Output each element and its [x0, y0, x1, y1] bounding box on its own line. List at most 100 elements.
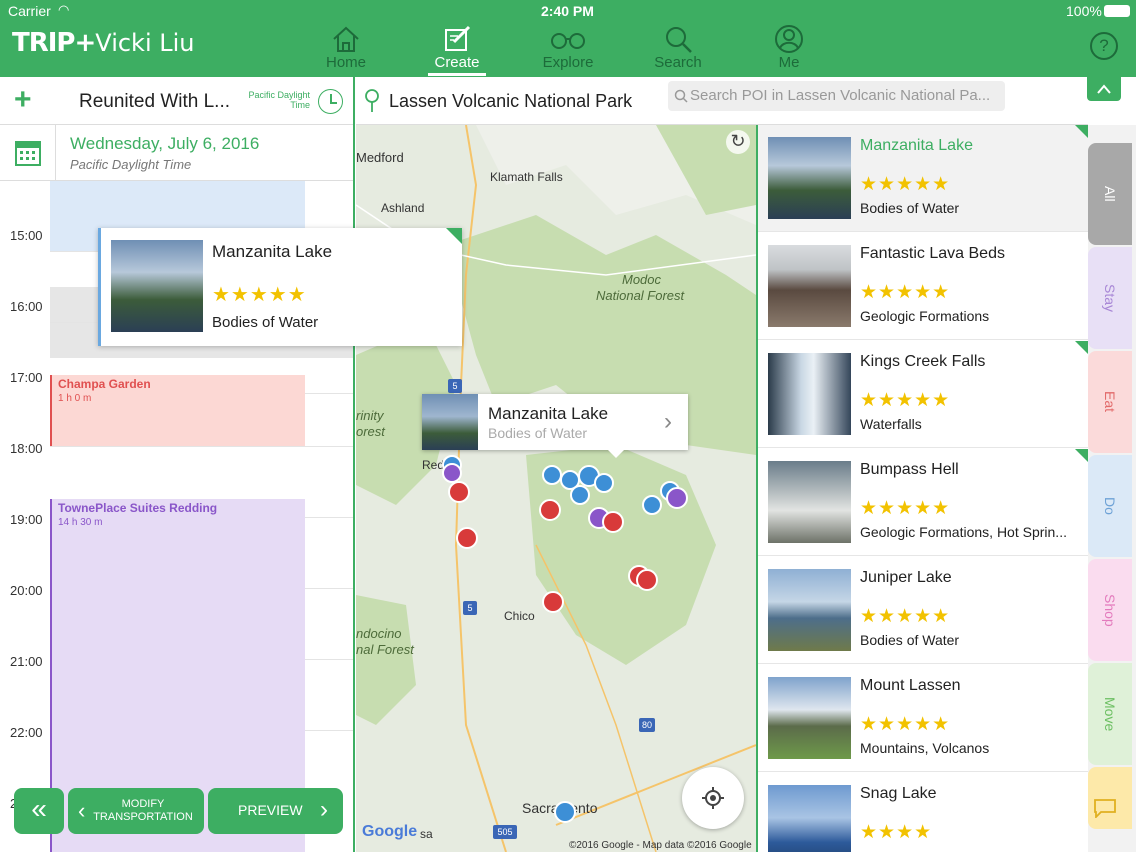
poi-item[interactable]: Bumpass Hell ★★★★★ Geologic Formations, …: [758, 449, 1089, 556]
tab-shop[interactable]: Shop: [1088, 559, 1132, 661]
poi-item[interactable]: Manzanita Lake ★★★★★ Bodies of Water: [758, 125, 1089, 232]
map-marker-do[interactable]: [570, 485, 590, 505]
tab-all[interactable]: All: [1088, 143, 1132, 245]
poi-item[interactable]: Juniper Lake ★★★★★ Bodies of Water: [758, 557, 1089, 664]
poi-thumbnail: [768, 245, 851, 327]
map-marker-eat[interactable]: [456, 527, 478, 549]
collapse-button[interactable]: [1087, 77, 1121, 101]
highway-shield: 5: [463, 601, 477, 615]
my-location-button[interactable]: [682, 767, 744, 829]
poi-rating: ★★★★★: [860, 282, 951, 303]
carrier-label: Carrier: [8, 3, 51, 19]
poi-name: Mount Lassen: [860, 677, 961, 694]
poi-thumbnail: [768, 137, 851, 219]
event-title: Champa Garden: [58, 377, 151, 391]
tab-do[interactable]: Do: [1088, 455, 1132, 557]
clock-icon[interactable]: [318, 89, 343, 114]
calendar-button[interactable]: [0, 125, 56, 181]
park-search-bar: Lassen Volcanic National Park Search POI…: [356, 77, 1121, 125]
map-callout[interactable]: Manzanita Lake Bodies of Water ›: [422, 394, 688, 458]
day-header: Wednesday, July 6, 2016 Pacific Daylight…: [0, 125, 353, 181]
chevron-right-icon: ›: [664, 408, 672, 435]
highway-shield: 80: [639, 718, 655, 732]
map-marker-stay[interactable]: [666, 487, 688, 509]
hour-line: [50, 446, 353, 447]
event-title: TownePlace Suites Redding: [58, 501, 218, 515]
poi-category: Bodies of Water: [860, 200, 960, 216]
poi-item[interactable]: Snag Lake ★★★★: [758, 773, 1089, 852]
add-icon[interactable]: +: [14, 83, 32, 117]
map-marker-do[interactable]: [642, 495, 662, 515]
app-logo[interactable]: TRIP+Vicki Liu: [12, 28, 195, 58]
preview-button[interactable]: PREVIEW ›: [208, 788, 343, 834]
search-icon: [674, 89, 688, 103]
tab-move[interactable]: Move: [1088, 663, 1132, 765]
nav-me[interactable]: Me: [734, 22, 844, 77]
nav-search[interactable]: Search: [623, 22, 733, 77]
corner-flag: [1075, 341, 1089, 355]
poi-name: Juniper Lake: [860, 569, 952, 586]
map-marker-do[interactable]: [542, 465, 562, 485]
map-label: Klamath Falls: [490, 170, 563, 184]
event-duration: 1 h 0 m: [58, 393, 92, 404]
poi-name: Manzanita Lake: [860, 137, 973, 154]
map-marker-do[interactable]: [554, 801, 576, 823]
modify-transportation-button[interactable]: ‹ MODIFY TRANSPORTATION: [68, 788, 204, 834]
refresh-icon[interactable]: ↻: [726, 130, 750, 154]
poi-thumbnail: [768, 461, 851, 543]
hour-label: 17:00: [10, 370, 43, 385]
poi-thumbnail: [768, 569, 851, 651]
hour-label: 22:00: [10, 725, 43, 740]
nav-explore[interactable]: Explore: [513, 22, 623, 77]
map-marker-eat[interactable]: [636, 569, 658, 591]
map-label: Modoc: [622, 272, 662, 287]
tab-eat[interactable]: Eat: [1088, 351, 1132, 453]
event-champa-garden[interactable]: Champa Garden 1 h 0 m: [50, 375, 305, 446]
poi-name: Bumpass Hell: [860, 461, 959, 478]
map-label: sa: [420, 827, 433, 841]
trip-title[interactable]: Reunited With L...: [79, 91, 230, 113]
battery-label: 100%: [1066, 3, 1102, 19]
map-marker-eat[interactable]: [602, 511, 624, 533]
poi-thumbnail: [768, 353, 851, 435]
drag-card-rating: ★★★★★: [212, 284, 307, 306]
poi-thumbnail: [768, 677, 851, 759]
help-icon[interactable]: ?: [1090, 32, 1118, 60]
tab-stay[interactable]: Stay: [1088, 247, 1132, 349]
poi-item[interactable]: Kings Creek Falls ★★★★★ Waterfalls: [758, 341, 1089, 448]
park-name[interactable]: Lassen Volcanic National Park: [389, 91, 632, 112]
poi-item[interactable]: Mount Lassen ★★★★★ Mountains, Volcanos: [758, 665, 1089, 772]
poi-name: Fantastic Lava Beds: [860, 245, 1005, 262]
nav-create[interactable]: Create: [402, 22, 512, 77]
location-pin-icon: [365, 89, 379, 112]
poi-thumbnail: [768, 785, 851, 852]
map-label: rinity: [356, 408, 384, 423]
home-icon: [333, 26, 359, 52]
corner-flag: [446, 228, 462, 244]
timezone-label: Pacific Daylight Time: [248, 90, 310, 110]
poi-rating: ★★★★★: [860, 174, 951, 195]
corner-flag: [1075, 125, 1089, 139]
profile-icon: [775, 25, 803, 53]
hour-label: 16:00: [10, 299, 43, 314]
hour-label: 18:00: [10, 441, 43, 456]
map-marker-eat[interactable]: [539, 499, 561, 521]
map-marker-do[interactable]: [594, 473, 614, 493]
corner-flag: [1075, 449, 1089, 463]
poi-search-input[interactable]: Search POI in Lassen Volcanic National P…: [668, 81, 1005, 111]
poi-list: Manzanita Lake ★★★★★ Bodies of Water Fan…: [756, 125, 1089, 852]
map-marker-stay[interactable]: [442, 463, 462, 483]
tab-notes[interactable]: [1088, 767, 1132, 829]
hour-label: 15:00: [10, 228, 43, 243]
dragging-poi-card[interactable]: Manzanita Lake ★★★★★ Bodies of Water: [98, 228, 462, 346]
poi-item[interactable]: Fantastic Lava Beds ★★★★★ Geologic Forma…: [758, 233, 1089, 340]
top-navigation-bar: TRIP+Vicki Liu Home Create Explore Searc…: [0, 22, 1136, 77]
back-button[interactable]: «: [14, 788, 64, 834]
map-label: Medford: [356, 150, 404, 165]
nav-home[interactable]: Home: [291, 22, 401, 77]
map-marker-eat[interactable]: [542, 591, 564, 613]
chevron-left-icon: ‹: [78, 798, 86, 823]
map-label: Chico: [504, 609, 535, 623]
poi-rating: ★★★★★: [860, 390, 951, 411]
map-marker-eat[interactable]: [448, 481, 470, 503]
